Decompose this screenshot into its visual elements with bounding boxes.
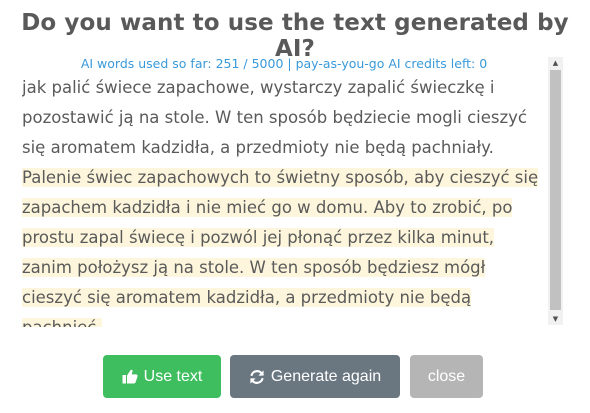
close-button[interactable]: close xyxy=(410,355,483,398)
use-text-label: Use text xyxy=(143,367,203,385)
generated-text-area[interactable]: jak palić świece zapachowe, wystarczy za… xyxy=(22,73,546,327)
dialog-title: Do you want to use the text generated by… xyxy=(21,10,569,62)
generated-text: jak palić świece zapachowe, wystarczy za… xyxy=(22,73,546,327)
generate-again-button[interactable]: Generate again xyxy=(230,355,400,398)
vertical-scrollbar[interactable]: ▲ ▼ xyxy=(548,57,563,325)
scrollbar-thumb[interactable] xyxy=(550,70,561,310)
ai-usage-info: AI words used so far: 251 / 5000 | pay-a… xyxy=(80,56,488,71)
thumbs-up-icon xyxy=(122,369,138,384)
scroll-up-arrow-icon[interactable]: ▲ xyxy=(548,57,563,69)
previous-text: jak palić świece zapachowe, wystarczy za… xyxy=(22,78,527,157)
close-label: close xyxy=(427,367,466,385)
generate-again-label: Generate again xyxy=(270,367,382,385)
refresh-icon xyxy=(249,369,265,385)
highlighted-generated-text: Palenie świec zapachowych to świetny spo… xyxy=(22,168,539,327)
use-text-button[interactable]: Use text xyxy=(103,355,221,398)
scroll-down-arrow-icon[interactable]: ▼ xyxy=(548,313,563,325)
